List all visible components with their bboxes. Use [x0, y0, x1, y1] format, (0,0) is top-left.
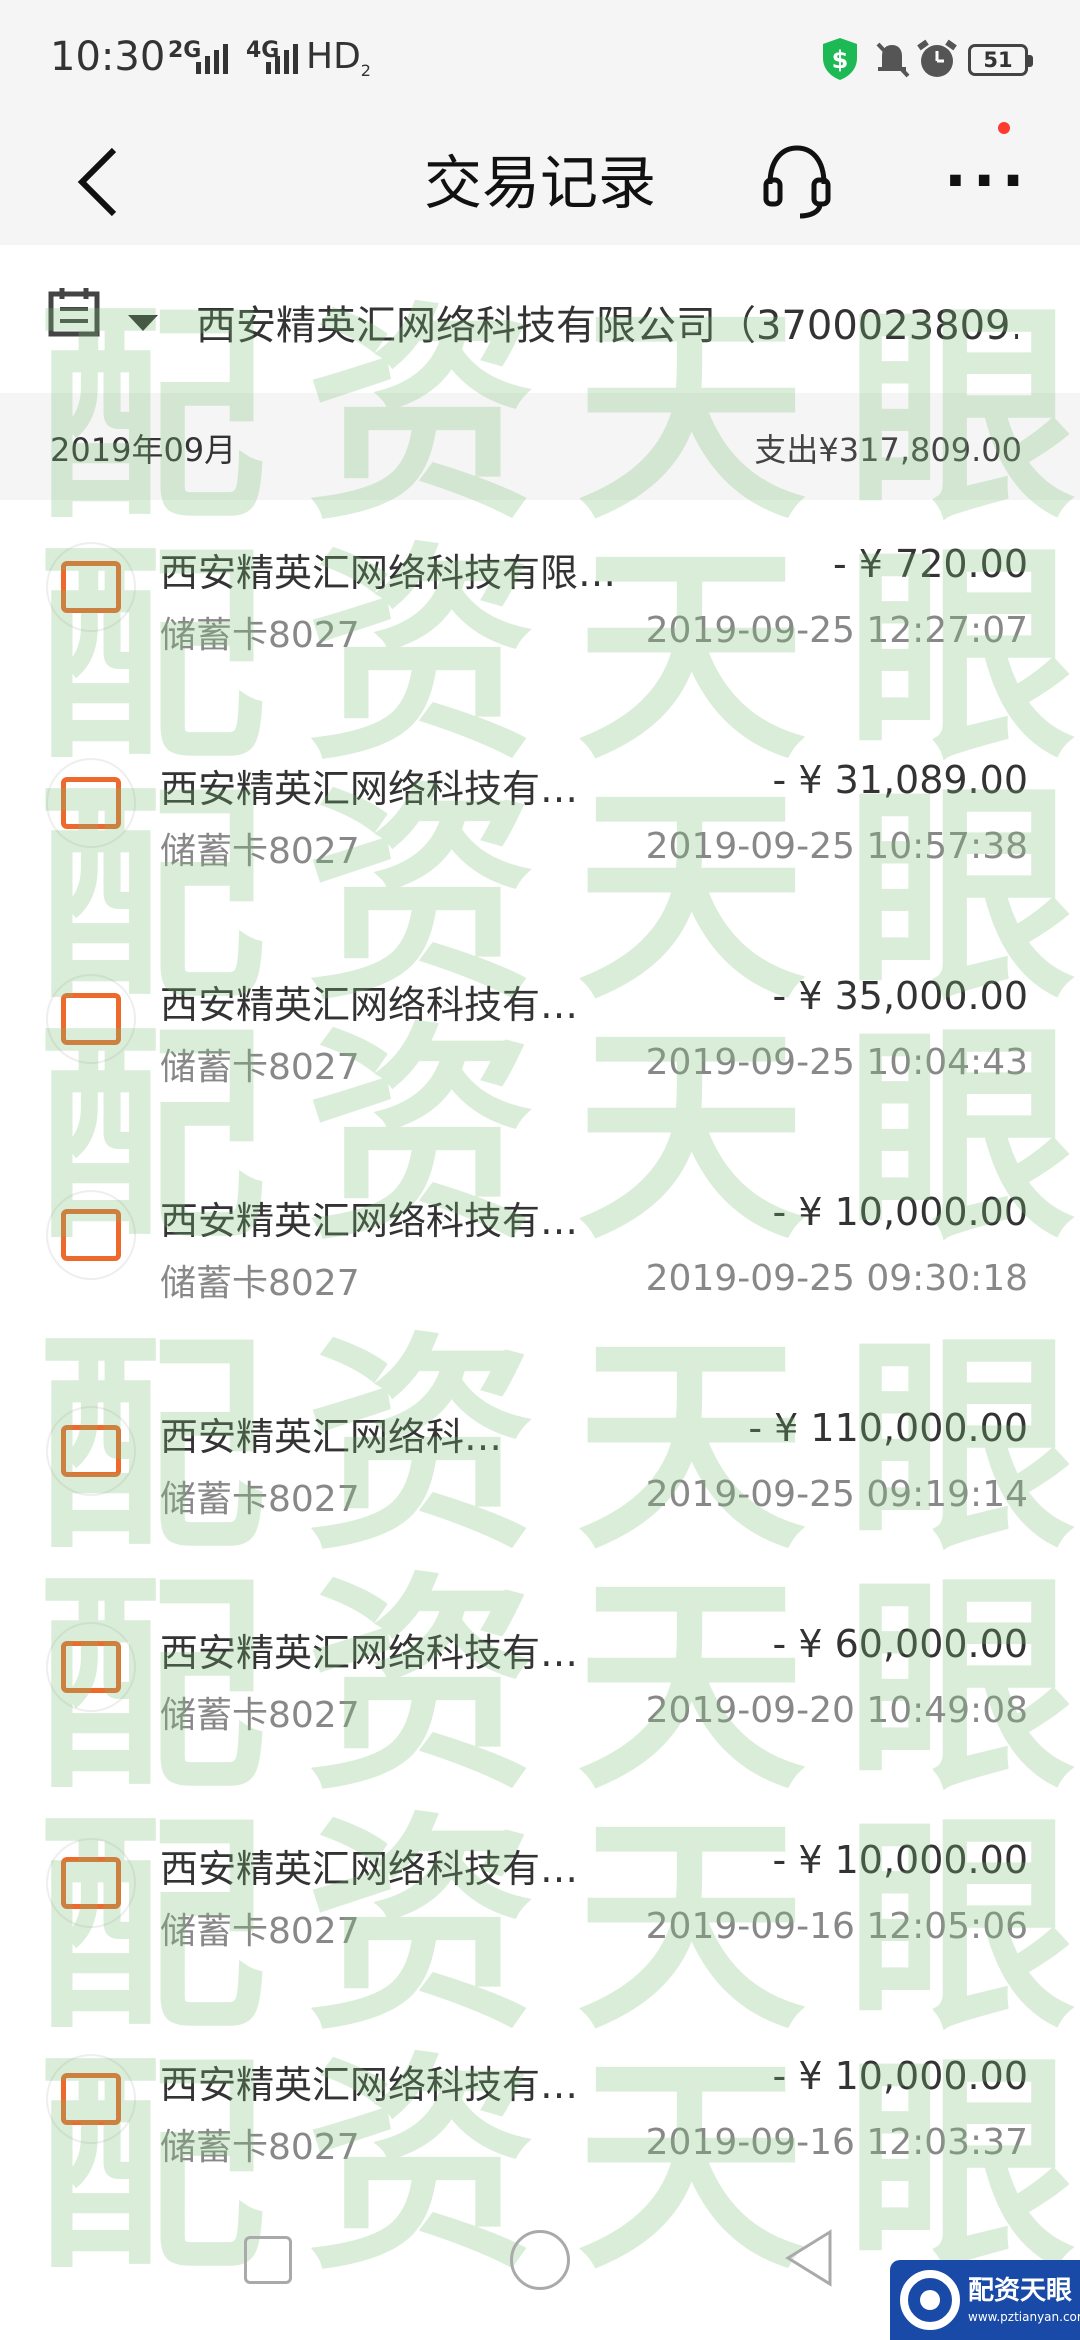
- transaction-name: 西安精英汇网络科…: [160, 1415, 503, 1459]
- transfer-icon: [46, 542, 136, 632]
- logo-url: www.pztianyan.com: [968, 2310, 1080, 2324]
- month-label: 2019年09月: [50, 431, 237, 469]
- transaction-card: 储蓄卡8027: [160, 1263, 360, 1304]
- transfer-icon: [46, 1622, 136, 1712]
- app-header: 交易记录 ···: [0, 120, 1080, 245]
- transaction-name: 西安精英汇网络科技有…: [160, 767, 579, 811]
- transaction-time: 2019-09-25 12:27:07: [645, 610, 1028, 651]
- transaction-card: 储蓄卡8027: [160, 1695, 360, 1736]
- month-summary: 2019年09月 支出¥317,809.00: [0, 393, 1080, 500]
- transaction-time: 2019-09-25 10:04:43: [645, 1042, 1028, 1083]
- transaction-name: 西安精英汇网络科技有…: [160, 2063, 579, 2107]
- chevron-down-icon[interactable]: [128, 315, 158, 331]
- notification-dot: [998, 122, 1010, 134]
- home-icon[interactable]: [510, 2230, 570, 2290]
- transaction-amount: - ¥ 10,000.00: [772, 1838, 1028, 1882]
- transaction-row[interactable]: 西安精英汇网络科技有限… 储蓄卡8027 - ¥ 720.00 2019-09-…: [0, 500, 1080, 716]
- transaction-amount: - ¥ 60,000.00: [772, 1622, 1028, 1666]
- signal-icon: [196, 42, 228, 74]
- hd-label: HD2: [306, 36, 371, 81]
- transaction-card: 储蓄卡8027: [160, 1911, 360, 1952]
- transfer-icon: [46, 758, 136, 848]
- status-bar: 10:30 2G 4G HD2 $ 51: [0, 0, 1080, 120]
- transaction-card: 储蓄卡8027: [160, 1479, 360, 1520]
- transaction-row[interactable]: 西安精英汇网络科技有… 储蓄卡8027 - ¥ 10,000.00 2019-0…: [0, 1148, 1080, 1364]
- transaction-row[interactable]: 西安精英汇网络科技有… 储蓄卡8027 - ¥ 35,000.00 2019-0…: [0, 932, 1080, 1148]
- transfer-icon: [46, 1838, 136, 1928]
- transaction-name: 西安精英汇网络科技有…: [160, 1631, 579, 1675]
- transaction-row[interactable]: 西安精英汇网络科… 储蓄卡8027 - ¥ 110,000.00 2019-09…: [0, 1364, 1080, 1580]
- nav-back-icon[interactable]: [784, 2228, 834, 2288]
- transfer-icon: [46, 974, 136, 1064]
- battery-icon: 51: [968, 44, 1033, 76]
- status-time: 10:30: [50, 34, 166, 80]
- eye-logo-icon: [900, 2270, 960, 2330]
- transaction-row[interactable]: 西安精英汇网络科技有… 储蓄卡8027 - ¥ 10,000.00 2019-0…: [0, 2012, 1080, 2228]
- transaction-amount: - ¥ 10,000.00: [772, 2054, 1028, 2098]
- transaction-time: 2019-09-25 10:57:38: [645, 826, 1028, 867]
- svg-text:$: $: [832, 46, 849, 74]
- transaction-amount: - ¥ 31,089.00: [772, 758, 1028, 802]
- transaction-name: 西安精英汇网络科技有…: [160, 1847, 579, 1891]
- transaction-card: 储蓄卡8027: [160, 2127, 360, 2168]
- transaction-time: 2019-09-16 12:05:06: [645, 1906, 1028, 1947]
- transaction-amount: - ¥ 35,000.00: [772, 974, 1028, 1018]
- transaction-time: 2019-09-16 12:03:37: [645, 2122, 1028, 2163]
- transaction-amount: - ¥ 110,000.00: [748, 1406, 1028, 1450]
- account-selector[interactable]: 西安精英汇网络科技有限公司（3700023809…: [0, 245, 1080, 393]
- transaction-list: 西安精英汇网络科技有限… 储蓄卡8027 - ¥ 720.00 2019-09-…: [0, 500, 1080, 2228]
- calendar-icon[interactable]: [48, 287, 100, 337]
- transfer-icon: [46, 1190, 136, 1280]
- page-title: 交易记录: [423, 149, 656, 217]
- account-name[interactable]: 西安精英汇网络科技有限公司（3700023809…: [196, 293, 1018, 351]
- transaction-time: 2019-09-20 10:49:08: [645, 1690, 1028, 1731]
- transaction-name: 西安精英汇网络科技有限…: [160, 551, 617, 595]
- transaction-card: 储蓄卡8027: [160, 1047, 360, 1088]
- transaction-row[interactable]: 西安精英汇网络科技有… 储蓄卡8027 - ¥ 31,089.00 2019-0…: [0, 716, 1080, 932]
- transaction-name: 西安精英汇网络科技有…: [160, 1199, 579, 1243]
- logo-text: 配资天眼: [968, 2276, 1073, 2306]
- transaction-card: 储蓄卡8027: [160, 615, 360, 656]
- transaction-time: 2019-09-25 09:30:18: [645, 1258, 1028, 1299]
- transaction-time: 2019-09-25 09:19:14: [645, 1474, 1028, 1515]
- bell-muted-icon: [876, 42, 910, 78]
- transaction-amount: - ¥ 10,000.00: [772, 1190, 1028, 1234]
- signal-icon: [266, 42, 298, 74]
- headset-icon[interactable]: [760, 140, 834, 220]
- transfer-icon: [46, 2054, 136, 2144]
- shield-dollar-icon: $: [823, 38, 857, 80]
- transaction-row[interactable]: 西安精英汇网络科技有… 储蓄卡8027 - ¥ 10,000.00 2019-0…: [0, 1796, 1080, 2012]
- transaction-row[interactable]: 西安精英汇网络科技有… 储蓄卡8027 - ¥ 60,000.00 2019-0…: [0, 1580, 1080, 1796]
- transaction-card: 储蓄卡8027: [160, 831, 360, 872]
- transaction-amount: - ¥ 720.00: [832, 542, 1028, 586]
- transfer-icon: [46, 1406, 136, 1496]
- recent-apps-icon[interactable]: [244, 2236, 292, 2284]
- total-expense: 支出¥317,809.00: [754, 431, 1022, 469]
- transaction-name: 西安精英汇网络科技有…: [160, 983, 579, 1027]
- watermark-logo: 配资天眼 www.pztianyan.com: [890, 2260, 1080, 2340]
- alarm-icon: [917, 39, 957, 77]
- more-icon[interactable]: ···: [944, 146, 1024, 216]
